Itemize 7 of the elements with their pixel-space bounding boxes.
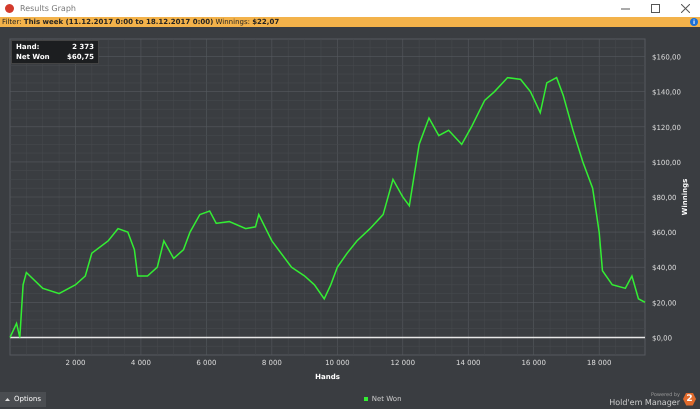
close-icon: [680, 4, 690, 13]
product-logo: 2: [683, 392, 696, 406]
window-title: Results Graph: [20, 4, 77, 13]
app-logo-icon: [5, 4, 14, 13]
caret-up-icon: [5, 398, 10, 400]
maximize-icon: [650, 4, 660, 13]
product-name: Hold'em Manager: [609, 398, 680, 406]
